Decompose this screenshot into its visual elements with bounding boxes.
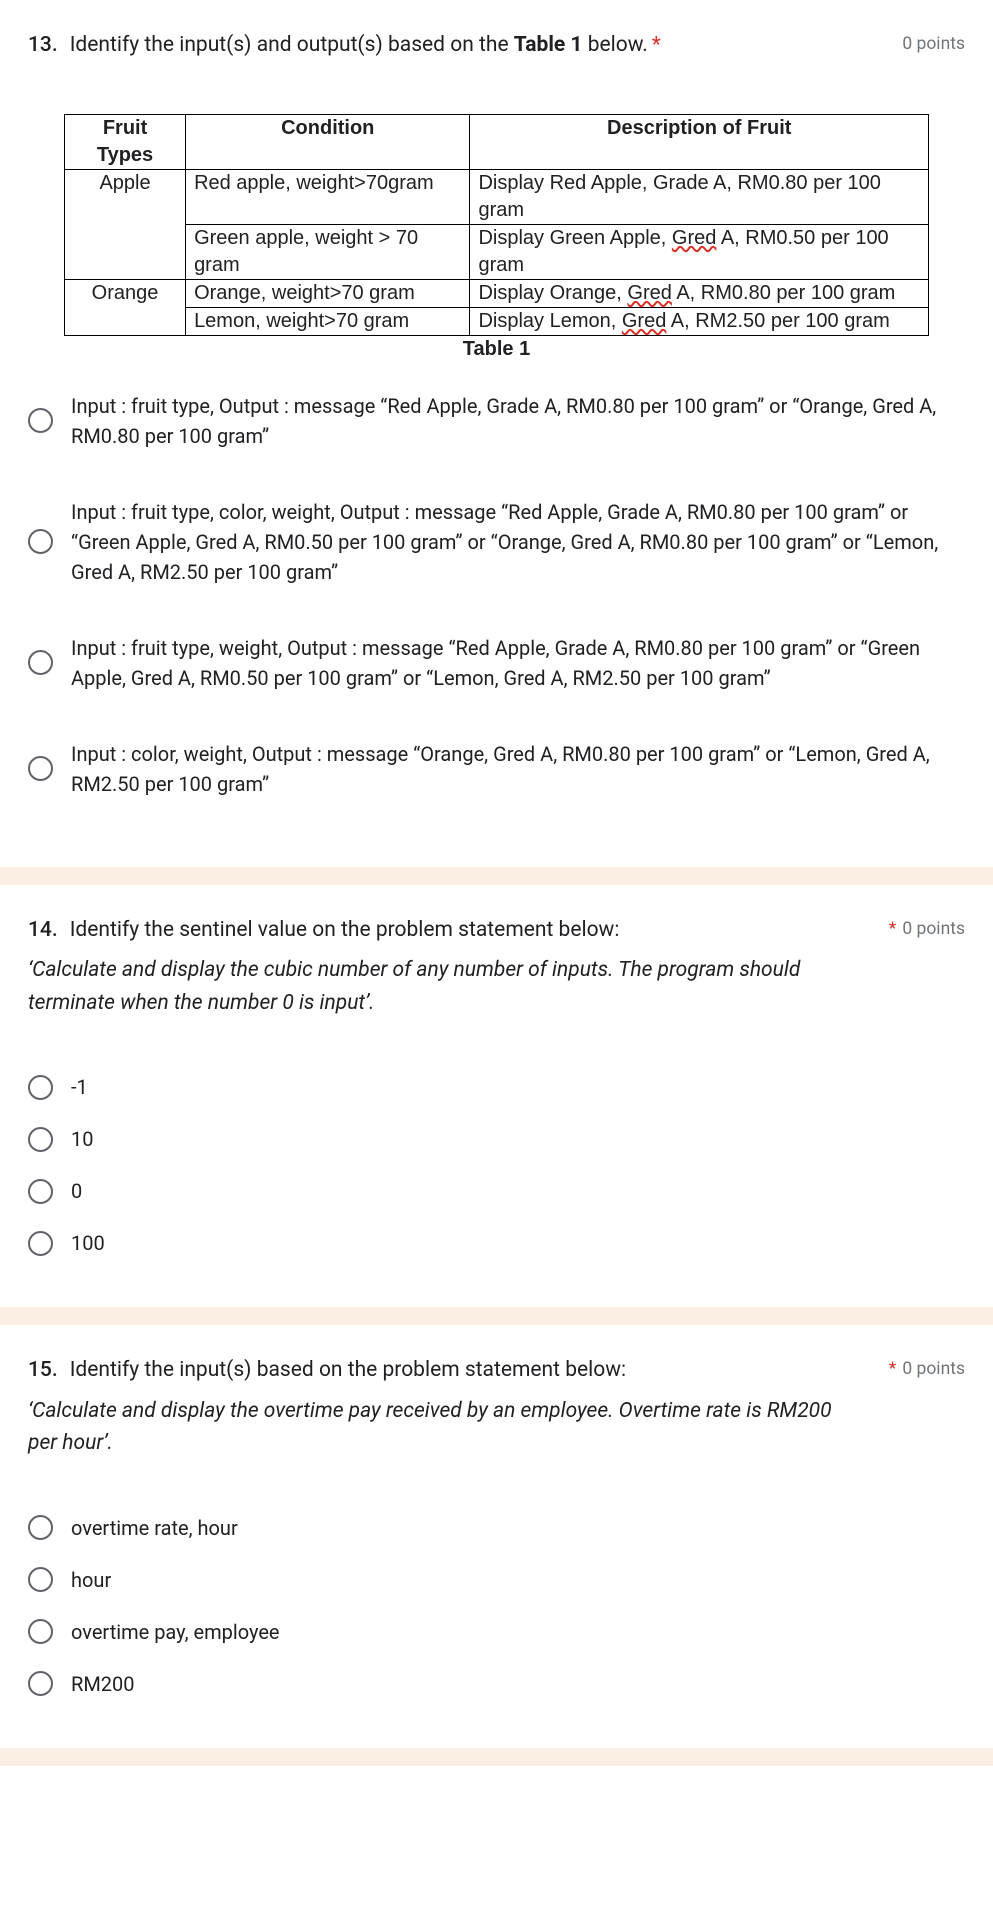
th-fruit-types: Fruit Types [65, 114, 186, 169]
cell-condition: Green apple, weight > 70 gram [186, 224, 470, 279]
option-row[interactable]: -1 [28, 1061, 965, 1113]
desc-pre: Display Green Apple, [478, 227, 671, 249]
question-number: 15. [28, 1355, 58, 1387]
cell-condition: Red apple, weight>70gram [186, 169, 470, 224]
radio-icon[interactable] [28, 756, 53, 781]
table-row: Lemon, weight>70 gram Display Lemon, Gre… [65, 307, 929, 335]
radio-icon[interactable] [28, 1179, 53, 1204]
question-header: 15. Identify the input(s) based on the p… [28, 1355, 965, 1387]
options-group: -1 10 0 100 [28, 1061, 965, 1269]
question-subtext: ‘Calculate and display the overtime pay … [28, 1395, 965, 1460]
gred-word: Gred [627, 282, 671, 304]
cell-condition: Lemon, weight>70 gram [186, 307, 470, 335]
option-label: overtime rate, hour [71, 1513, 238, 1543]
table-caption: Table 1 [64, 338, 929, 361]
table-1-wrap: Fruit Types Condition Description of Fru… [64, 114, 929, 361]
option-row[interactable]: overtime pay, employee [28, 1606, 965, 1658]
cell-description: Display Red Apple, Grade A, RM0.80 per 1… [470, 169, 929, 224]
desc-post: A, RM2.50 per 100 gram [666, 310, 889, 332]
desc-pre: Display Orange, [478, 282, 627, 304]
option-label: 10 [71, 1124, 93, 1154]
radio-icon[interactable] [28, 529, 53, 554]
required-indicator: * [889, 919, 897, 939]
gred-word: Gred [672, 227, 716, 249]
question-title: 14. Identify the sentinel value on the p… [28, 915, 619, 947]
cell-description: Display Lemon, Gred A, RM2.50 per 100 gr… [470, 307, 929, 335]
option-row[interactable]: hour [28, 1554, 965, 1606]
option-row[interactable]: Input : fruit type, Output : message “Re… [28, 375, 965, 467]
option-label: Input : fruit type, Output : message “Re… [71, 391, 965, 451]
radio-icon[interactable] [28, 1127, 53, 1152]
option-row[interactable]: 10 [28, 1113, 965, 1165]
option-label: Input : fruit type, color, weight, Outpu… [71, 497, 965, 587]
options-group: Input : fruit type, Output : message “Re… [28, 375, 965, 815]
radio-icon[interactable] [28, 1231, 53, 1256]
option-row[interactable]: Input : color, weight, Output : message … [28, 723, 965, 815]
cell-description: Display Green Apple, Gred A, RM0.50 per … [470, 224, 929, 279]
radio-icon[interactable] [28, 1515, 53, 1540]
title-pre: Identify the input(s) and output(s) base… [70, 33, 514, 57]
option-label: 100 [71, 1228, 105, 1258]
title-bold: Table 1 [514, 33, 583, 57]
radio-icon[interactable] [28, 650, 53, 675]
option-label: -1 [71, 1072, 88, 1102]
option-row[interactable]: Input : fruit type, weight, Output : mes… [28, 617, 965, 709]
option-row[interactable]: 100 [28, 1217, 965, 1269]
question-number: 13. [28, 30, 58, 62]
table-row: Green apple, weight > 70 gram Display Gr… [65, 224, 929, 279]
question-text: Identify the input(s) and output(s) base… [70, 30, 661, 62]
question-number: 14. [28, 915, 58, 947]
table-row: Apple Red apple, weight>70gram Display R… [65, 169, 929, 224]
title-post: below. [583, 33, 648, 57]
option-row[interactable]: 0 [28, 1165, 965, 1217]
question-subtext: ‘Calculate and display the cubic number … [28, 954, 965, 1019]
question-15: 15. Identify the input(s) based on the p… [0, 1325, 993, 1748]
question-text: Identify the input(s) based on the probl… [70, 1355, 626, 1387]
desc-pre: Display Lemon, [478, 310, 621, 332]
points-label: 0 points [882, 30, 965, 54]
option-label: Input : color, weight, Output : message … [71, 739, 965, 799]
option-row[interactable]: Input : fruit type, color, weight, Outpu… [28, 481, 965, 603]
question-title: 13. Identify the input(s) and output(s) … [28, 30, 661, 62]
required-indicator: * [889, 1359, 897, 1379]
option-row[interactable]: overtime rate, hour [28, 1502, 965, 1554]
question-title: 15. Identify the input(s) based on the p… [28, 1355, 626, 1387]
cell-fruit-type: Apple [65, 169, 186, 279]
option-row[interactable]: RM200 [28, 1658, 965, 1710]
question-text: Identify the sentinel value on the probl… [70, 915, 620, 947]
card-gap [0, 1307, 993, 1325]
points-label: *0 points [869, 1355, 965, 1379]
radio-icon[interactable] [28, 1567, 53, 1592]
option-label: RM200 [71, 1669, 135, 1699]
cell-condition: Orange, weight>70 gram [186, 279, 470, 307]
table-row: Orange Orange, weight>70 gram Display Or… [65, 279, 929, 307]
points-label: *0 points [869, 915, 965, 939]
radio-icon[interactable] [28, 408, 53, 433]
card-gap [0, 1748, 993, 1766]
option-label: Input : fruit type, weight, Output : mes… [71, 633, 965, 693]
options-group: overtime rate, hour hour overtime pay, e… [28, 1502, 965, 1710]
cell-description: Display Orange, Gred A, RM0.80 per 100 g… [470, 279, 929, 307]
question-14: 14. Identify the sentinel value on the p… [0, 885, 993, 1308]
option-label: overtime pay, employee [71, 1617, 280, 1647]
points-text: 0 points [902, 1359, 965, 1379]
card-gap [0, 867, 993, 885]
cell-fruit-type: Orange [65, 279, 186, 335]
question-header: 14. Identify the sentinel value on the p… [28, 915, 965, 947]
question-13: 13. Identify the input(s) and output(s) … [0, 0, 993, 867]
radio-icon[interactable] [28, 1619, 53, 1644]
table-header-row: Fruit Types Condition Description of Fru… [65, 114, 929, 169]
desc-post: A, RM0.80 per 100 gram [672, 282, 895, 304]
radio-icon[interactable] [28, 1075, 53, 1100]
fruit-table: Fruit Types Condition Description of Fru… [64, 114, 929, 336]
question-header: 13. Identify the input(s) and output(s) … [28, 30, 965, 62]
radio-icon[interactable] [28, 1671, 53, 1696]
gred-word: Gred [622, 310, 666, 332]
points-text: 0 points [902, 919, 965, 939]
option-label: 0 [71, 1176, 82, 1206]
option-label: hour [71, 1565, 111, 1595]
th-description: Description of Fruit [470, 114, 929, 169]
th-condition: Condition [186, 114, 470, 169]
required-indicator: * [652, 33, 661, 57]
